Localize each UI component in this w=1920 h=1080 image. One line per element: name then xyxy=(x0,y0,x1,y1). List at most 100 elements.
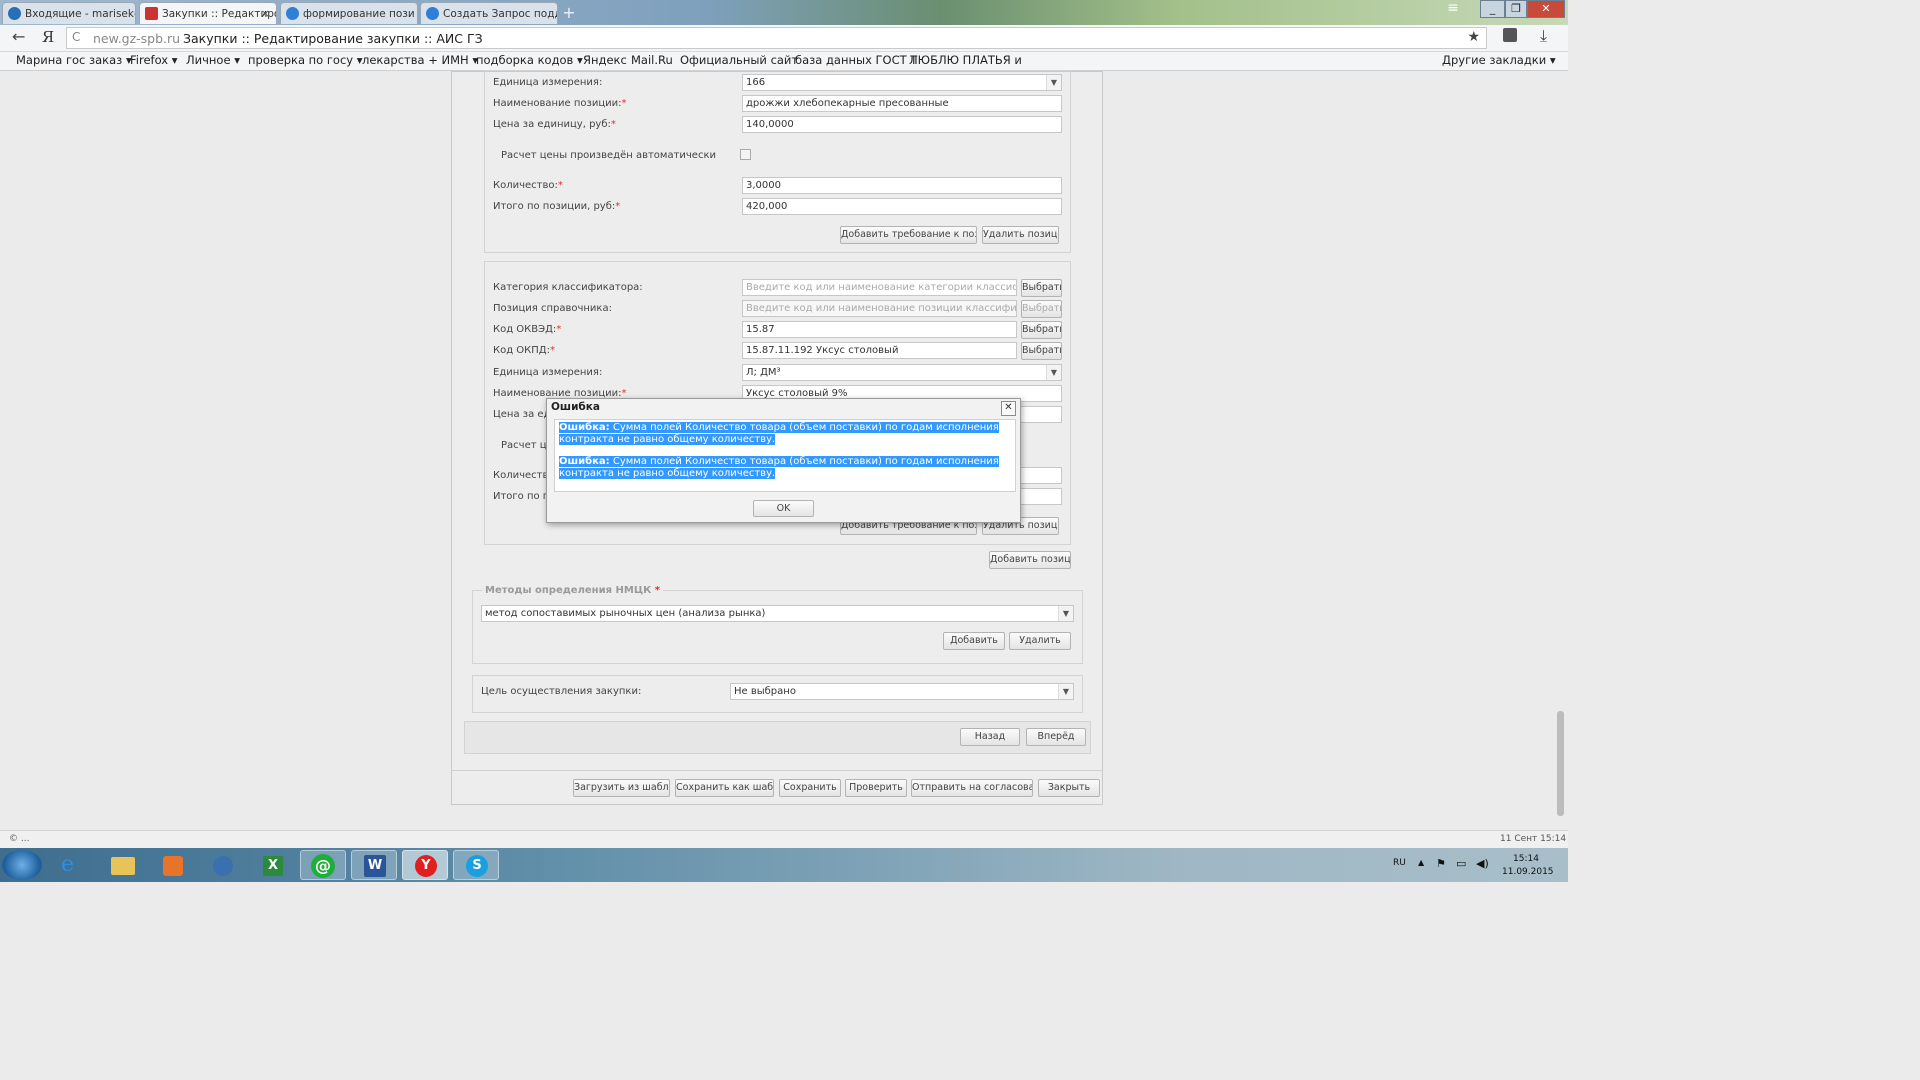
save-as-template-button[interactable]: Сохранить как шаблон xyxy=(675,779,774,797)
clock-time[interactable]: 15:14 xyxy=(1513,854,1539,864)
chevron-down-icon[interactable]: ▼ xyxy=(1058,606,1073,621)
bookmark-folder[interactable]: Марина гос заказ ▾ xyxy=(16,53,132,67)
media-player-icon[interactable] xyxy=(150,850,196,880)
page-scrollbar[interactable] xyxy=(1554,71,1568,830)
network-icon[interactable]: ▭ xyxy=(1456,857,1466,870)
select-okpd-button[interactable]: Выбрать xyxy=(1021,342,1062,360)
chevron-down-icon[interactable]: ▼ xyxy=(1046,75,1061,90)
nmck-add-button[interactable]: Добавить xyxy=(943,632,1005,650)
extensions-icon[interactable] xyxy=(1503,28,1517,42)
status-datetime: 11 Сент 15:14 xyxy=(1500,834,1567,844)
address-bar[interactable]: C new.gz-spb.ru Закупки :: Редактировани… xyxy=(66,27,1487,49)
tab-forming-position[interactable]: формирование пози xyxy=(280,2,418,24)
select-category-button[interactable]: Выбрать xyxy=(1021,279,1062,297)
save-button[interactable]: Сохранить xyxy=(779,779,841,797)
bookmark-folder[interactable]: Firefox ▾ xyxy=(130,53,178,67)
delete-position-button[interactable]: Удалить позицию xyxy=(982,226,1059,244)
other-bookmarks[interactable]: Другие закладки ▾ xyxy=(1442,53,1556,67)
download-icon[interactable]: ⤓ xyxy=(1540,26,1547,46)
minimize-button[interactable]: _ xyxy=(1480,0,1505,18)
check-button[interactable]: Проверить xyxy=(845,779,907,797)
action-center-flag-icon[interactable]: ⚑ xyxy=(1436,857,1446,870)
browser-menu-icon[interactable]: ≡ xyxy=(1440,0,1466,18)
dialog-title: Ошибка xyxy=(551,401,600,413)
bookmark-folder[interactable]: Личное ▾ xyxy=(186,53,240,67)
volume-icon[interactable]: ◀) xyxy=(1476,857,1489,870)
quantity-label-2: Количеств xyxy=(493,470,549,481)
mail-agent-icon[interactable]: @ xyxy=(300,850,346,880)
unit-select[interactable]: 166 ▼ xyxy=(742,74,1062,91)
quantity-input[interactable]: 3,0000 xyxy=(742,177,1062,194)
yandex-browser-icon[interactable]: Y xyxy=(402,850,448,880)
status-left: © ... xyxy=(9,834,30,844)
skype-icon[interactable]: S xyxy=(453,850,499,880)
bookmark-link[interactable]: база данных ГОСТ Т xyxy=(795,53,917,67)
url-domain[interactable]: new.gz-spb.ru xyxy=(93,31,180,46)
auto-price-label: Расчет цены произведён автоматически xyxy=(501,150,716,161)
ok-button[interactable]: OK xyxy=(753,500,814,517)
position-total-input[interactable]: 420,000 xyxy=(742,198,1062,215)
nmck-legend: Методы определения НМЦК * xyxy=(482,585,663,596)
close-window-button[interactable]: ✕ xyxy=(1527,0,1565,18)
okpd-input[interactable]: 15.87.11.192 Уксус столовый xyxy=(742,342,1017,359)
tab-support-request[interactable]: Создать Запрос подд xyxy=(420,2,558,24)
close-icon[interactable]: ✕ xyxy=(1001,401,1016,416)
close-button[interactable]: Закрыть xyxy=(1038,779,1100,797)
file-explorer-icon[interactable] xyxy=(100,850,146,880)
scrollbar-thumb[interactable] xyxy=(1557,711,1564,816)
yandex-logo-icon[interactable]: Я xyxy=(42,28,54,46)
language-indicator[interactable]: RU xyxy=(1393,858,1406,868)
unit-select-2[interactable]: Л; ДМ³ ▼ xyxy=(742,364,1062,381)
reload-icon[interactable]: C xyxy=(72,30,80,44)
windows-start-icon[interactable] xyxy=(2,850,42,880)
bookmark-link[interactable]: ЛЮБЛЮ ПЛАТЬЯ и xyxy=(909,53,1022,67)
okved-input[interactable]: 15.87 xyxy=(742,321,1017,338)
internet-explorer-icon[interactable]: e xyxy=(50,850,96,880)
reference-position-label: Позиция справочника: xyxy=(493,303,612,314)
unit-price-input[interactable]: 140,0000 xyxy=(742,116,1062,133)
forward-button[interactable]: Вперёд xyxy=(1026,728,1086,746)
bookmark-link[interactable]: Яндекс xyxy=(583,53,627,67)
word-icon[interactable]: W xyxy=(351,850,397,880)
footer-divider xyxy=(452,770,1102,771)
select-reference-button[interactable]: Выбрать xyxy=(1021,300,1062,318)
nmck-method-select[interactable]: метод сопоставимых рыночных цен (анализа… xyxy=(481,605,1074,622)
reference-position-input[interactable]: Введите код или наименование позиции кла… xyxy=(742,300,1017,317)
tab-close-icon[interactable]: × xyxy=(261,3,270,24)
chevron-down-icon[interactable]: ▼ xyxy=(1046,365,1061,380)
back-button[interactable]: Назад xyxy=(960,728,1020,746)
error-message: Ошибка: Сумма полей Количество товара (о… xyxy=(559,456,999,479)
auto-price-checkbox[interactable] xyxy=(740,149,751,160)
bookmark-star-icon[interactable]: ★ xyxy=(1467,29,1480,45)
page-title[interactable]: Закупки :: Редактирование закупки :: АИС… xyxy=(183,31,483,46)
add-requirement-button[interactable]: Добавить требование к позиции xyxy=(840,226,977,244)
nmck-delete-button[interactable]: Удалить xyxy=(1009,632,1071,650)
select-okved-button[interactable]: Выбрать xyxy=(1021,321,1062,339)
tab-procurement-edit[interactable]: Закупки :: Редактиров × xyxy=(139,2,277,24)
mail-icon xyxy=(8,7,21,20)
chevron-down-icon[interactable]: ▼ xyxy=(1058,684,1073,699)
position-name-input[interactable]: дрожжи хлебопекарные пресованные xyxy=(742,95,1062,112)
ie-glyph-icon: e xyxy=(61,852,75,877)
clock-date[interactable]: 11.09.2015 xyxy=(1502,867,1554,877)
folder-icon xyxy=(111,857,135,875)
tab-inbox[interactable]: Входящие - marisek@ xyxy=(2,2,136,24)
bookmark-link[interactable]: Официальный сайт xyxy=(680,53,798,67)
excel-icon[interactable]: X xyxy=(250,850,296,880)
bookmark-folder[interactable]: подборка кодов ▾ xyxy=(476,53,583,67)
bookmark-folder[interactable]: лекарства + ИМН ▾ xyxy=(362,53,478,67)
new-tab-button[interactable]: + xyxy=(560,3,578,23)
excel-glyph-icon: X xyxy=(263,856,283,876)
navigation-bar: ← Я C new.gz-spb.ru Закупки :: Редактиро… xyxy=(0,25,1568,52)
bookmark-folder[interactable]: проверка по госу ▾ xyxy=(248,53,363,67)
load-template-button[interactable]: Загрузить из шаблона xyxy=(573,779,670,797)
maximize-button[interactable]: ❐ xyxy=(1505,0,1527,18)
network-app-icon[interactable] xyxy=(200,850,246,880)
send-for-approval-button[interactable]: Отправить на согласование xyxy=(911,779,1033,797)
bookmark-link[interactable]: Mail.Ru xyxy=(631,53,673,67)
add-position-button[interactable]: Добавить позицию xyxy=(989,551,1071,569)
tray-expand-icon[interactable]: ▲ xyxy=(1418,858,1424,867)
classifier-category-input[interactable]: Введите код или наименование категории к… xyxy=(742,279,1017,296)
back-arrow-icon[interactable]: ← xyxy=(12,27,25,46)
procurement-goal-select[interactable]: Не выбрано ▼ xyxy=(730,683,1074,700)
